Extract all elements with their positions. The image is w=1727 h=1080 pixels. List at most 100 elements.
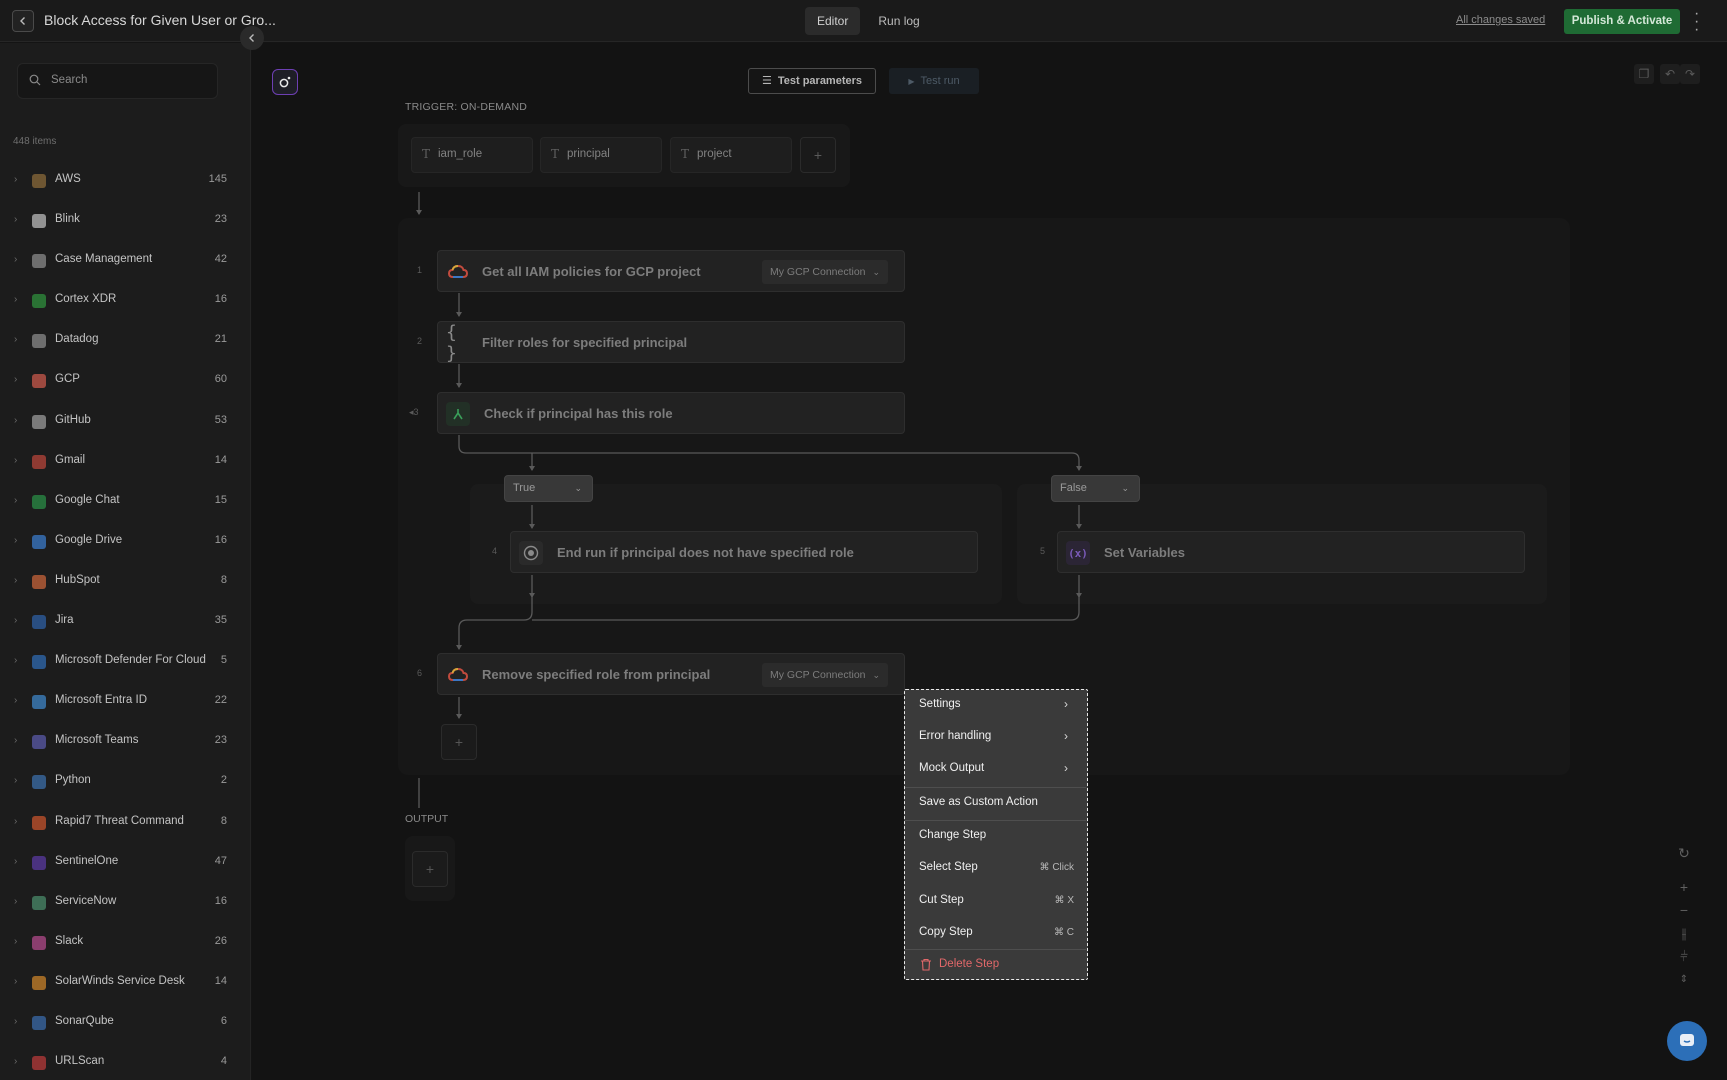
sidebar-item-microsoft-defender-for-cloud[interactable]: › Microsoft Defender For Cloud 5 [0, 644, 251, 684]
sidebar-item-github[interactable]: › GitHub 53 [0, 404, 251, 444]
integration-logo-icon [32, 935, 46, 950]
sidebar-item-blink[interactable]: › Blink 23 [0, 203, 251, 243]
sidebar-item-hubspot[interactable]: › HubSpot 8 [0, 564, 251, 604]
more-options-icon[interactable]: · · · [1694, 6, 1699, 38]
sidebar-item-rapid7-threat-command[interactable]: › Rapid7 Threat Command 8 [0, 805, 251, 845]
step-end-run[interactable]: End run if principal does not have speci… [510, 531, 978, 573]
shortcut-hint: ⌘ Click [1039, 862, 1074, 873]
sidebar-item-microsoft-teams[interactable]: › Microsoft Teams 23 [0, 724, 251, 764]
sidebar-item-microsoft-entra-id[interactable]: › Microsoft Entra ID 22 [0, 684, 251, 724]
param-iam-role[interactable]: T iam_role [411, 137, 533, 173]
menu-item-settings[interactable]: Settings › [905, 690, 1086, 722]
workflow-title[interactable]: Block Access for Given User or Gro... [44, 12, 276, 28]
sidebar-item-aws[interactable]: › AWS 145 [0, 163, 251, 203]
menu-item-save-custom-action[interactable]: Save as Custom Action [905, 788, 1086, 820]
sidebar-item-solarwinds-service-desk[interactable]: › SolarWinds Service Desk 14 [0, 965, 251, 1005]
sidebar-item-slack[interactable]: › Slack 26 [0, 925, 251, 965]
test-parameters-button[interactable]: ☰ Test parameters [748, 68, 876, 94]
integration-logo-icon [32, 574, 46, 589]
add-parameter-button[interactable]: + [800, 137, 836, 173]
integration-count: 22 [214, 694, 227, 707]
zoom-out-icon[interactable]: − [1672, 899, 1696, 922]
sidebar-item-case-management[interactable]: › Case Management 42 [0, 243, 251, 283]
sidebar-item-google-drive[interactable]: › Google Drive 16 [0, 524, 251, 564]
sidebar-item-sentinelone[interactable]: › SentinelOne 47 [0, 845, 251, 885]
integration-name: Datadog [55, 333, 99, 346]
collapse-sidebar-button[interactable] [240, 26, 264, 50]
integration-logo-icon [32, 494, 46, 509]
branch-label: True [513, 482, 536, 494]
menu-item-cut-step[interactable]: Cut Step ⌘ X [905, 886, 1086, 918]
reset-view-icon[interactable]: ↻ [1672, 842, 1696, 865]
sidebar-item-urlscan[interactable]: › URLScan 4 [0, 1045, 251, 1080]
text-type-icon: T [422, 147, 431, 161]
sidebar-item-google-chat[interactable]: › Google Chat 15 [0, 484, 251, 524]
tab-run-log[interactable]: Run log [866, 7, 931, 35]
integration-name: Blink [55, 213, 80, 226]
zoom-in-icon[interactable]: + [1672, 876, 1696, 899]
redo-icon[interactable]: ↷ [1680, 64, 1700, 84]
save-status-link[interactable]: All changes saved [1456, 14, 1545, 26]
param-label: project [697, 148, 732, 160]
add-step-button[interactable]: + [441, 724, 477, 760]
text-type-icon: T [681, 147, 690, 161]
connection-label: My GCP Connection [770, 669, 866, 681]
sidebar-item-servicenow[interactable]: › ServiceNow 16 [0, 885, 251, 925]
false-branch-select[interactable]: False ⌄ [1051, 475, 1140, 502]
add-output-button[interactable]: + [412, 851, 448, 887]
search-placeholder: Search [51, 74, 88, 86]
integration-name: HubSpot [55, 573, 100, 586]
undo-icon[interactable]: ↶ [1660, 64, 1680, 84]
menu-item-select-step[interactable]: Select Step ⌘ Click [905, 853, 1086, 885]
integration-count: 6 [220, 1014, 227, 1027]
tab-editor[interactable]: Editor [805, 7, 861, 35]
sidebar-item-python[interactable]: › Python 2 [0, 764, 251, 804]
expand-vertical-icon[interactable]: ⇕ [1672, 968, 1696, 991]
menu-label: Settings [919, 698, 961, 710]
sidebar-item-datadog[interactable]: › Datadog 21 [0, 323, 251, 363]
connection-label: My GCP Connection [770, 266, 866, 278]
braces-icon: { } [446, 322, 457, 364]
fit-horizontal-icon[interactable]: ⫲ [1672, 922, 1696, 945]
chevron-down-icon: ⌄ [574, 483, 582, 493]
menu-item-error-handling[interactable]: Error handling › [905, 722, 1086, 754]
sidebar-item-gmail[interactable]: › Gmail 14 [0, 444, 251, 484]
list-icon: ☰ [761, 75, 772, 87]
connection-select[interactable]: My GCP Connection ⌄ [762, 663, 888, 687]
step-filter-roles[interactable]: { } Filter roles for specified principal [437, 321, 905, 364]
chat-support-button[interactable] [1667, 1021, 1707, 1061]
copy-icon[interactable]: ❐ [1634, 64, 1654, 84]
step-set-variables[interactable]: (x) Set Variables [1057, 531, 1525, 573]
back-button[interactable] [12, 10, 34, 32]
chevron-right-icon: › [14, 254, 18, 266]
sidebar-item-gcp[interactable]: › GCP 60 [0, 363, 251, 403]
step-check-principal-role[interactable]: Check if principal has this role [437, 392, 905, 434]
integration-logo-icon [32, 254, 46, 269]
chevron-right-icon: › [14, 334, 18, 346]
sidebar-item-cortex-xdr[interactable]: › Cortex XDR 16 [0, 283, 251, 323]
search-input[interactable]: Search [17, 63, 218, 99]
step-remove-role[interactable]: Remove specified role from principal My … [437, 653, 905, 695]
menu-item-delete-step[interactable]: Delete Step [905, 950, 1086, 982]
menu-item-mock-output[interactable]: Mock Output › [905, 754, 1086, 786]
integration-logo-icon [32, 615, 46, 630]
integration-count: 14 [214, 974, 227, 987]
menu-item-copy-step[interactable]: Copy Step ⌘ C [905, 918, 1086, 950]
connection-select[interactable]: My GCP Connection ⌄ [762, 260, 888, 284]
publish-activate-button[interactable]: Publish & Activate [1564, 9, 1680, 34]
fit-vertical-icon[interactable]: ⫩ [1672, 945, 1696, 968]
trigger-label: TRIGGER: ON-DEMAND [405, 101, 528, 113]
chevron-right-icon: › [14, 374, 18, 386]
menu-label: Select Step [919, 861, 978, 873]
step-get-iam-policies[interactable]: Get all IAM policies for GCP project My … [437, 250, 905, 292]
true-branch-select[interactable]: True ⌄ [504, 475, 593, 502]
sidebar-item-jira[interactable]: › Jira 35 [0, 604, 251, 644]
param-principal[interactable]: T principal [540, 137, 662, 173]
step-title: Set Variables [1104, 545, 1185, 560]
param-project[interactable]: T project [670, 137, 792, 173]
test-run-button[interactable]: ▶ Test run [889, 68, 979, 94]
ai-assistant-button[interactable] [272, 69, 298, 95]
sidebar-item-sonarqube[interactable]: › SonarQube 6 [0, 1005, 251, 1045]
chevron-right-icon: › [1064, 697, 1068, 711]
menu-item-change-step[interactable]: Change Step [905, 821, 1086, 853]
